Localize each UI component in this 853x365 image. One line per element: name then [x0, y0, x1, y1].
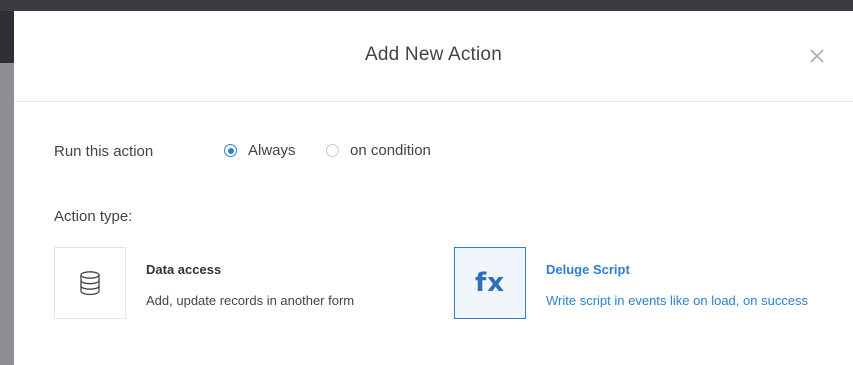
radio-on-condition-label: on condition	[350, 142, 431, 159]
run-action-label: Run this action	[54, 143, 154, 160]
database-icon	[80, 271, 100, 296]
fx-icon: fx	[474, 268, 506, 298]
top-bar	[0, 0, 853, 11]
action-type-label: Action type:	[54, 208, 133, 225]
deluge-script-icon-box: fx	[454, 247, 526, 319]
data-access-title: Data access	[146, 262, 222, 277]
radio-always-indicator[interactable]	[224, 144, 237, 157]
data-access-icon-box	[54, 247, 126, 319]
radio-always[interactable]: Always	[224, 142, 296, 159]
modal-backdrop	[0, 11, 14, 365]
data-access-card[interactable]: Data access Add, update records in anoth…	[54, 247, 374, 321]
close-icon	[810, 49, 824, 63]
backdrop-dark-strip	[0, 11, 14, 63]
radio-on-condition-indicator[interactable]	[326, 144, 339, 157]
add-action-modal: Add New Action Run this action Always on…	[14, 11, 853, 365]
radio-always-label: Always	[248, 142, 296, 159]
modal-header: Add New Action	[14, 11, 853, 102]
data-access-description: Add, update records in another form	[146, 293, 355, 308]
radio-on-condition[interactable]: on condition	[326, 142, 431, 159]
modal-title: Add New Action	[365, 44, 502, 65]
deluge-script-description: Write script in events like on load, on …	[546, 293, 809, 308]
deluge-script-title: Deluge Script	[546, 262, 630, 277]
deluge-script-card[interactable]: fx Deluge Script Write script in events …	[454, 247, 814, 321]
close-button[interactable]	[808, 47, 826, 65]
